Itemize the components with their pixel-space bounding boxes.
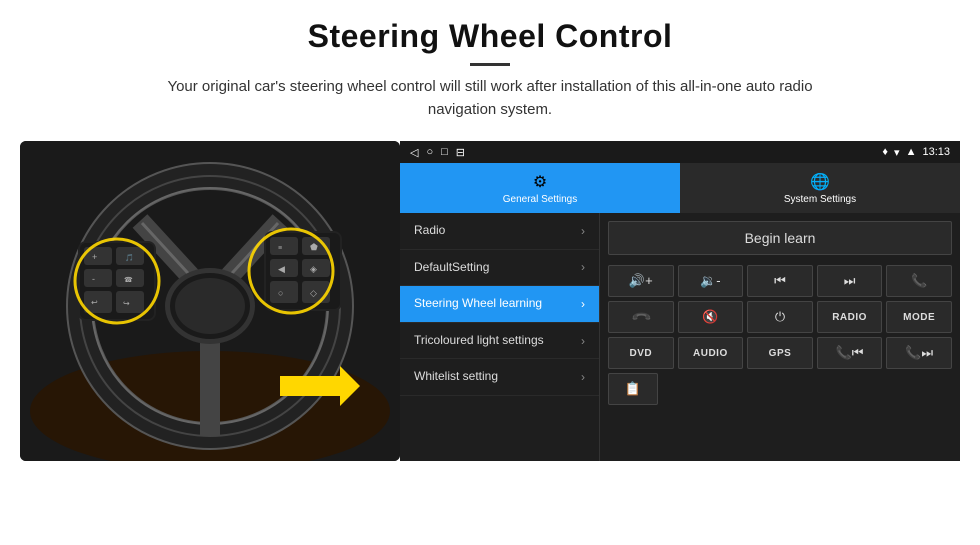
controls-row-1: 🔊+ 🔉- ⏮ ⏭ 📞: [608, 265, 952, 297]
svg-text:+: +: [92, 252, 97, 262]
menu-whitelist-label: Whitelist setting: [414, 369, 581, 385]
controls-row-4: 📋: [608, 373, 952, 405]
chevron-right-icon: ›: [581, 260, 585, 274]
menu-tricoloured-label: Tricoloured light settings: [414, 333, 581, 349]
svg-text:◈: ◈: [310, 264, 317, 274]
hang-up-icon: 📞: [629, 306, 652, 329]
power-icon: ⏻: [775, 309, 785, 325]
dvd-button[interactable]: DVD: [608, 337, 674, 369]
menu-item-steering[interactable]: Steering Wheel learning ›: [400, 286, 599, 323]
page-header: Steering Wheel Control Your original car…: [0, 0, 980, 131]
controls-row-3: DVD AUDIO GPS 📞⏮ 📞⏭: [608, 337, 952, 369]
menu-item-default[interactable]: DefaultSetting ›: [400, 250, 599, 287]
svg-text:↩: ↩: [91, 298, 98, 307]
tab-general-label: General Settings: [503, 194, 578, 205]
power-button[interactable]: ⏻: [747, 301, 813, 333]
vol-down-icon: 🔉-: [700, 273, 721, 289]
status-bar-right: ♦ ▾ ▲ 13:13: [882, 146, 950, 159]
whitelist-icon: 📋: [625, 381, 641, 397]
signal-icon: ▲: [906, 146, 917, 158]
controls-row-2: 📞 🔇 ⏻ RADIO MODE: [608, 301, 952, 333]
wifi-icon: ▾: [894, 146, 900, 159]
chevron-right-icon: ›: [581, 334, 585, 348]
svg-text:⬟: ⬟: [310, 242, 318, 252]
vol-next-button[interactable]: 📞⏭: [886, 337, 952, 369]
begin-learn-row: Begin learn: [608, 221, 952, 255]
tab-system[interactable]: 🌐 System Settings: [680, 163, 960, 213]
vol-prev-button[interactable]: 📞⏮: [817, 337, 883, 369]
next-icon: ⏭: [844, 273, 856, 289]
svg-text:-: -: [92, 274, 95, 284]
menu-radio-label: Radio: [414, 223, 581, 239]
phone-next-icon: 📞⏭: [905, 345, 933, 361]
gps-button[interactable]: GPS: [747, 337, 813, 369]
menu-steering-label: Steering Wheel learning: [414, 296, 581, 312]
main-content: + 🎵 - ☎ ↩ ↪ ≡ ⬟ ◀ ◈ ○ ◇: [0, 131, 980, 471]
phone-icon: 📞: [911, 273, 927, 289]
hang-up-button[interactable]: 📞: [608, 301, 674, 333]
svg-text:≡: ≡: [278, 245, 282, 252]
svg-text:☎: ☎: [124, 276, 133, 284]
menu-item-whitelist[interactable]: Whitelist setting ›: [400, 359, 599, 396]
vol-up-button[interactable]: 🔊+: [608, 265, 674, 297]
whitelist-icon-button[interactable]: 📋: [608, 373, 658, 405]
vol-up-icon: 🔊+: [629, 273, 653, 289]
page-subtitle: Your original car's steering wheel contr…: [140, 76, 840, 121]
tab-bar: ⚙ General Settings 🌐 System Settings: [400, 163, 960, 213]
menu-item-tricoloured[interactable]: Tricoloured light settings ›: [400, 323, 599, 360]
menu-item-radio[interactable]: Radio ›: [400, 213, 599, 250]
home-nav-icon[interactable]: ○: [426, 146, 433, 158]
mode-button[interactable]: MODE: [886, 301, 952, 333]
prev-track-button[interactable]: ⏮: [747, 265, 813, 297]
page-divider: [470, 63, 510, 66]
svg-text:○: ○: [278, 288, 283, 298]
next-track-button[interactable]: ⏭: [817, 265, 883, 297]
vol-down-button[interactable]: 🔉-: [678, 265, 744, 297]
gps-label: GPS: [769, 348, 792, 359]
status-bar-left: ◁ ○ □ ⊟: [410, 146, 465, 159]
svg-text:🎵: 🎵: [125, 253, 134, 262]
mode-label: MODE: [903, 312, 935, 323]
screenshot-icon[interactable]: ⊟: [456, 146, 465, 159]
steering-wheel-image: + 🎵 - ☎ ↩ ↪ ≡ ⬟ ◀ ◈ ○ ◇: [20, 141, 400, 461]
back-nav-icon[interactable]: ◁: [410, 146, 418, 159]
svg-text:◇: ◇: [310, 288, 317, 298]
location-icon: ♦: [882, 146, 888, 158]
phone-prev-icon: 📞⏮: [836, 345, 864, 361]
page-title: Steering Wheel Control: [40, 18, 940, 55]
head-unit: ◁ ○ □ ⊟ ♦ ▾ ▲ 13:13 ⚙ General Settings 🌐…: [400, 141, 960, 461]
mute-icon: 🔇: [702, 309, 718, 325]
tab-general[interactable]: ⚙ General Settings: [400, 163, 680, 213]
chevron-right-icon: ›: [581, 224, 585, 238]
settings-panel: Begin learn 🔊+ 🔉- ⏮: [600, 213, 960, 461]
menu-default-label: DefaultSetting: [414, 260, 581, 276]
begin-learn-button[interactable]: Begin learn: [608, 221, 952, 255]
mute-button[interactable]: 🔇: [678, 301, 744, 333]
tab-system-label: System Settings: [784, 194, 856, 205]
svg-text:↪: ↪: [123, 299, 130, 308]
radio-label: RADIO: [832, 312, 867, 323]
chevron-right-icon: ›: [581, 297, 585, 311]
chevron-right-icon: ›: [581, 370, 585, 384]
settings-menu: Radio › DefaultSetting › Steering Wheel …: [400, 213, 600, 461]
radio-button[interactable]: RADIO: [817, 301, 883, 333]
prev-icon: ⏮: [774, 273, 786, 289]
recent-nav-icon[interactable]: □: [441, 146, 448, 158]
svg-text:◀: ◀: [278, 264, 285, 274]
audio-button[interactable]: AUDIO: [678, 337, 744, 369]
status-bar: ◁ ○ □ ⊟ ♦ ▾ ▲ 13:13: [400, 141, 960, 163]
phone-button[interactable]: 📞: [886, 265, 952, 297]
gear-icon: ⚙: [533, 172, 547, 192]
controls-grid: 🔊+ 🔉- ⏮ ⏭ 📞: [608, 265, 952, 405]
dvd-label: DVD: [629, 348, 652, 359]
settings-content: Radio › DefaultSetting › Steering Wheel …: [400, 213, 960, 461]
system-icon: 🌐: [810, 172, 830, 192]
audio-label: AUDIO: [693, 348, 728, 359]
clock: 13:13: [922, 146, 950, 158]
